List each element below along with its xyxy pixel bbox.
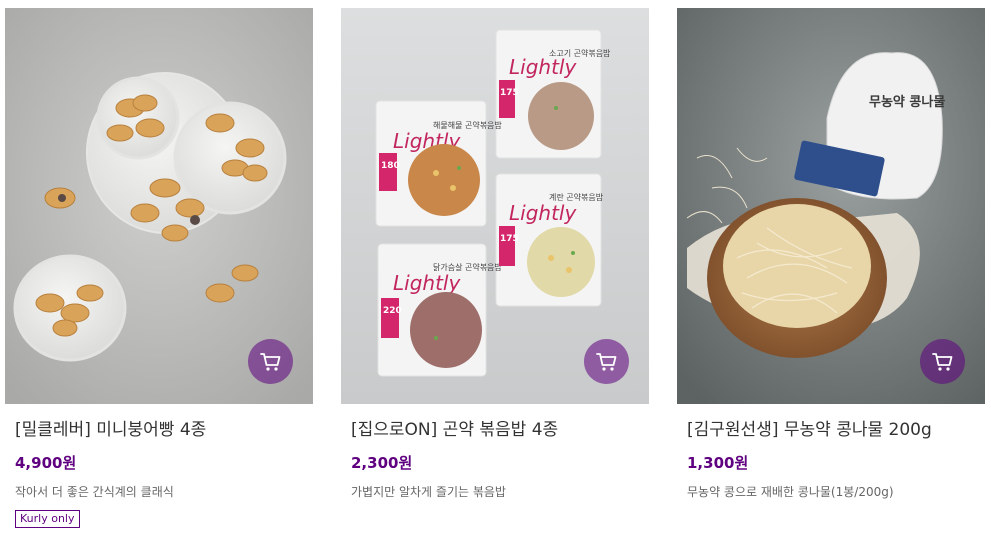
- bag-label: 무농약 콩나물: [869, 94, 945, 110]
- cart-icon: [259, 352, 280, 371]
- product-grid: [밀클레버] 미니붕어빵 4종 4,900원 작아서 더 좋은 간식계의 클래식…: [0, 0, 991, 538]
- kurly-only-badge: Kurly only: [15, 510, 80, 528]
- package-flavor: 소고기 곤약볶음밥: [549, 48, 611, 58]
- add-to-cart-button[interactable]: [584, 339, 629, 384]
- product-card[interactable]: 무농약 콩나물 [김구원선생] 무농약 콩나물 200g 1,300원 무농약 …: [677, 8, 985, 501]
- product-price: 2,300원: [351, 454, 413, 472]
- product-card[interactable]: [밀클레버] 미니붕어빵 4종 4,900원 작아서 더 좋은 간식계의 클래식…: [5, 8, 313, 528]
- package-brand: Lightly: [509, 201, 577, 225]
- cart-icon: [595, 352, 616, 371]
- product-description: 작아서 더 좋은 간식계의 클래식: [15, 485, 174, 499]
- package-flavor: 닭가슴살 곤약볶음밥: [433, 262, 502, 272]
- product-description: 무농약 콩으로 재배한 콩나물(1봉/200g): [687, 485, 894, 499]
- package-kcal: 175: [500, 88, 519, 98]
- product-name[interactable]: [집으로ON] 곤약 볶음밥 4종: [341, 418, 649, 442]
- product-name[interactable]: [김구원선생] 무농약 콩나물 200g: [677, 418, 985, 442]
- product-price: 1,300원: [687, 454, 749, 472]
- add-to-cart-button[interactable]: [248, 339, 293, 384]
- product-description: 가볍지만 알차게 즐기는 볶음밥: [351, 485, 506, 499]
- package-flavor: 해물해물 곤약볶음밥: [433, 120, 502, 130]
- cart-icon: [931, 352, 952, 371]
- product-price: 4,900원: [15, 454, 77, 472]
- product-name[interactable]: [밀클레버] 미니붕어빵 4종: [5, 418, 313, 442]
- package-brand: Lightly: [393, 271, 461, 295]
- package-kcal: 220: [383, 306, 402, 316]
- product-image[interactable]: 무농약 콩나물: [677, 8, 985, 404]
- product-image[interactable]: Lightly Lightly Lightly Lightly 해물해물 곤약볶…: [341, 8, 649, 404]
- product-card[interactable]: Lightly Lightly Lightly Lightly 해물해물 곤약볶…: [341, 8, 649, 501]
- package-kcal: 180: [381, 161, 400, 171]
- package-brand: Lightly: [509, 55, 577, 79]
- add-to-cart-button[interactable]: [920, 339, 965, 384]
- package-flavor: 계란 곤약볶음밥: [549, 192, 604, 202]
- package-kcal: 175: [500, 234, 519, 244]
- product-image[interactable]: [5, 8, 313, 404]
